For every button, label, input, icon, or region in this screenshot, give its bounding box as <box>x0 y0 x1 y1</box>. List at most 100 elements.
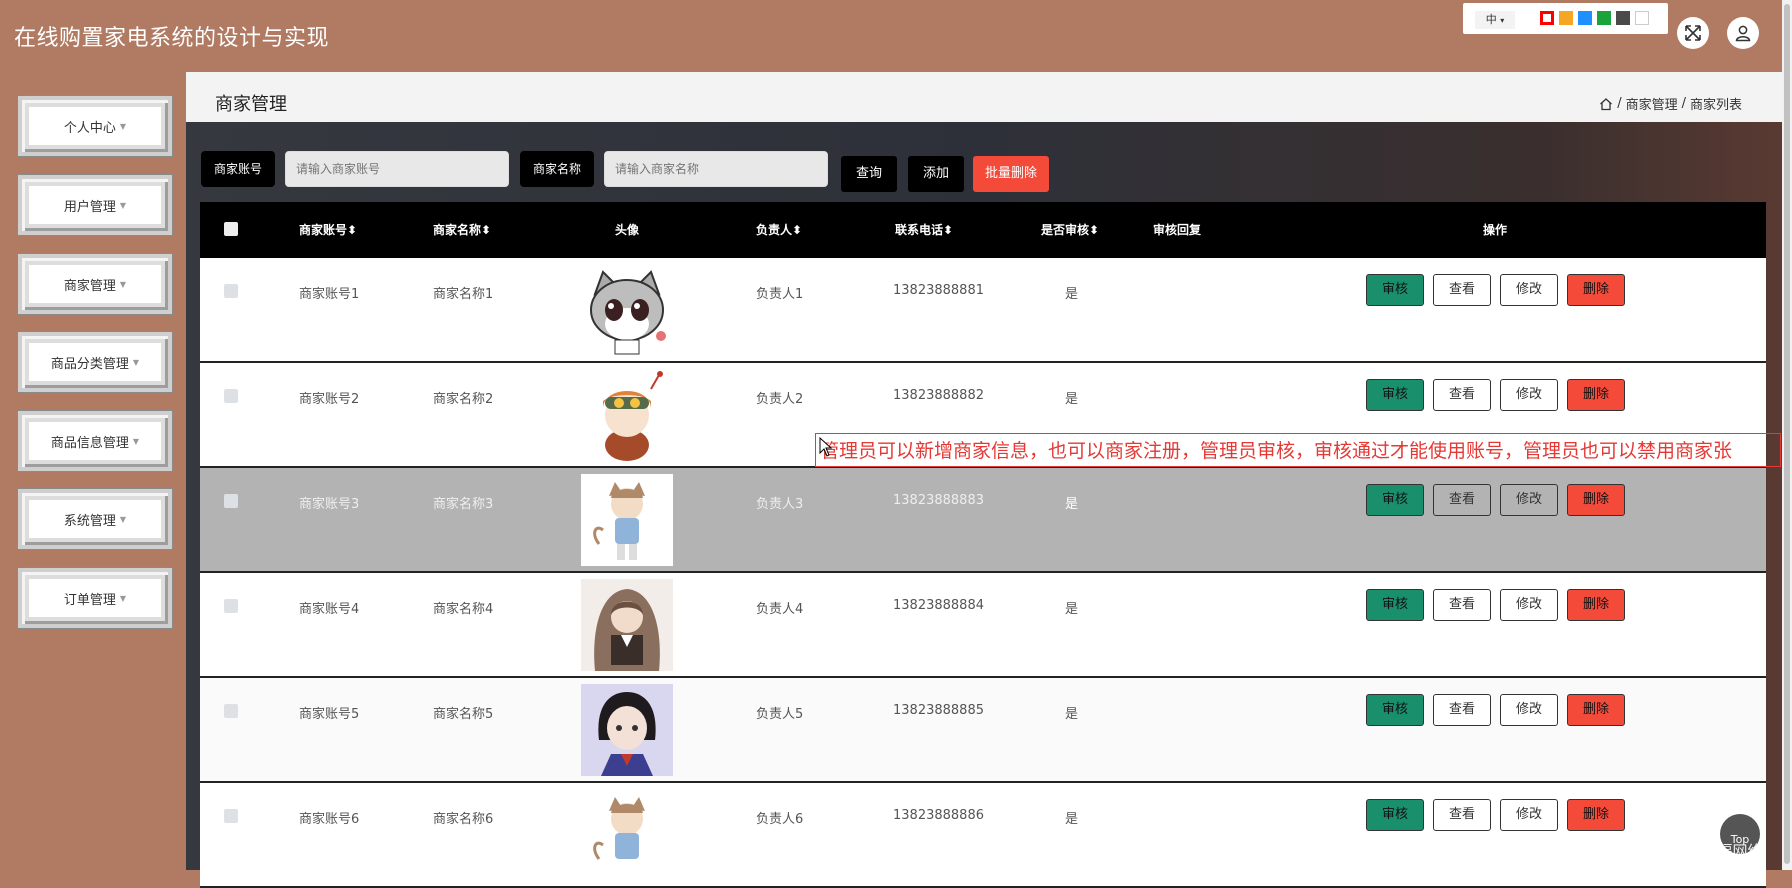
csdn-watermark: CSDN @幸福网络 <box>1640 842 1763 860</box>
cell-name: 商家名称5 <box>433 707 494 722</box>
sort-icon: ⬍ <box>792 223 803 237</box>
delete-button[interactable]: 删除 <box>1567 694 1625 726</box>
merchant-name-input[interactable] <box>604 151 828 187</box>
table-row: 商家账号5 商家名称5 负责人5 13823888885 是 审核 查看 修改 … <box>200 678 1766 783</box>
col-reviewed[interactable]: 是否审核⬍ <box>1041 221 1099 238</box>
page-header: 商家管理 / 商家管理 / 商家列表 <box>186 72 1782 122</box>
row-checkbox[interactable] <box>224 494 238 508</box>
top-bar: 在线购置家电系统的设计与实现 中 ▾ <box>0 0 1792 72</box>
batch-delete-button[interactable]: 批量删除 <box>973 156 1049 192</box>
add-button[interactable]: 添加 <box>908 156 964 192</box>
breadcrumb-merchant-management[interactable]: 商家管理 <box>1626 94 1678 113</box>
sort-icon: ⬍ <box>481 223 492 237</box>
col-phone[interactable]: 联系电话⬍ <box>895 221 953 238</box>
table-row: 商家账号1 商家名称1 负责人1 13823888881 是 审核 查看 修改 … <box>200 258 1766 363</box>
col-actions: 操作 <box>1483 223 1508 237</box>
home-icon[interactable] <box>1599 97 1613 111</box>
theme-swatch-white[interactable] <box>1635 11 1649 25</box>
merchant-avatar-image <box>581 684 673 776</box>
review-button[interactable]: 审核 <box>1366 274 1424 306</box>
merchant-avatar-image <box>581 789 673 881</box>
chevron-down-icon: ▼ <box>132 357 140 367</box>
edit-button[interactable]: 修改 <box>1500 694 1558 726</box>
delete-button[interactable]: 删除 <box>1567 274 1625 306</box>
query-button[interactable]: 查询 <box>841 156 897 192</box>
sidebar-item-merchant-management[interactable]: 商家管理 ▼ <box>18 254 172 314</box>
edit-button[interactable]: 修改 <box>1500 484 1558 516</box>
theme-swatch-orange[interactable] <box>1559 11 1573 25</box>
row-checkbox[interactable] <box>224 599 238 613</box>
fullscreen-button[interactable] <box>1677 17 1709 49</box>
review-button[interactable]: 审核 <box>1366 589 1424 621</box>
sidebar-item-system-management[interactable]: 系统管理 ▼ <box>18 489 172 549</box>
sidebar-item-personal-center[interactable]: 个人中心 ▼ <box>18 96 172 156</box>
row-checkbox[interactable] <box>224 284 238 298</box>
theme-swatch-dark[interactable] <box>1616 11 1630 25</box>
edit-button[interactable]: 修改 <box>1500 379 1558 411</box>
user-icon <box>1735 25 1751 42</box>
app-title: 在线购置家电系统的设计与实现 <box>14 26 330 51</box>
cell-phone: 13823888886 <box>893 808 984 823</box>
view-button[interactable]: 查看 <box>1433 589 1491 621</box>
col-merchant-account[interactable]: 商家账号⬍ <box>299 221 357 238</box>
cell-reviewed: 是 <box>1065 287 1079 302</box>
sidebar: 个人中心 ▼ 用户管理 ▼ 商家管理 ▼ 商品分类管理 ▼ 商品信息管理 ▼ 系统管理 ▼ … <box>0 72 186 870</box>
cell-owner: 负责人5 <box>756 707 804 722</box>
mouse-cursor-icon <box>819 437 833 457</box>
page-title: 商家管理 <box>215 94 287 115</box>
cell-reviewed: 是 <box>1065 602 1079 617</box>
review-button[interactable]: 审核 <box>1366 484 1424 516</box>
page-scrollbar-thumb[interactable] <box>1784 4 1790 864</box>
col-merchant-name[interactable]: 商家名称⬍ <box>433 221 491 238</box>
theme-swatch-blue[interactable] <box>1578 11 1592 25</box>
theme-switcher: 中 ▾ <box>1463 3 1668 34</box>
breadcrumb: / 商家管理 / 商家列表 <box>1599 94 1742 113</box>
sidebar-item-category-management[interactable]: 商品分类管理 ▼ <box>18 332 172 392</box>
select-all-checkbox[interactable] <box>224 222 238 236</box>
review-button[interactable]: 审核 <box>1366 379 1424 411</box>
cell-owner: 负责人1 <box>756 287 804 302</box>
cell-reviewed: 是 <box>1065 707 1079 722</box>
sort-icon: ⬍ <box>1089 223 1100 237</box>
table-header: 商家账号⬍ 商家名称⬍ 头像 负责人⬍ 联系电话⬍ 是否审核⬍ 审核回复 操作 <box>200 202 1766 258</box>
delete-button[interactable]: 删除 <box>1567 799 1625 831</box>
row-checkbox[interactable] <box>224 704 238 718</box>
cell-account: 商家账号4 <box>299 602 360 617</box>
table-row: 商家账号6 商家名称6 负责人6 13823888886 是 审核 查看 修改 … <box>200 783 1766 888</box>
edit-button[interactable]: 修改 <box>1500 274 1558 306</box>
view-button[interactable]: 查看 <box>1433 799 1491 831</box>
edit-button[interactable]: 修改 <box>1500 589 1558 621</box>
chevron-down-icon: ▼ <box>132 436 140 446</box>
chevron-down-icon: ▼ <box>119 121 127 131</box>
col-owner[interactable]: 负责人⬍ <box>756 221 802 238</box>
edit-button[interactable]: 修改 <box>1500 799 1558 831</box>
language-select[interactable]: 中 ▾ <box>1475 11 1515 29</box>
user-avatar-button[interactable] <box>1727 17 1759 49</box>
view-button[interactable]: 查看 <box>1433 484 1491 516</box>
delete-button[interactable]: 删除 <box>1567 589 1625 621</box>
view-button[interactable]: 查看 <box>1433 379 1491 411</box>
cell-account: 商家账号2 <box>299 392 360 407</box>
sidebar-item-order-management[interactable]: 订单管理 ▼ <box>18 568 172 628</box>
theme-swatch-green[interactable] <box>1597 11 1611 25</box>
theme-swatch-red[interactable] <box>1540 11 1554 25</box>
delete-button[interactable]: 删除 <box>1567 379 1625 411</box>
cell-owner: 负责人4 <box>756 602 804 617</box>
review-button[interactable]: 审核 <box>1366 694 1424 726</box>
cell-name: 商家名称6 <box>433 812 494 827</box>
cell-reviewed: 是 <box>1065 392 1079 407</box>
table-row: 商家账号3 商家名称3 负责人3 13823888883 是 审核 查看 修改 … <box>200 468 1766 573</box>
view-button[interactable]: 查看 <box>1433 274 1491 306</box>
row-checkbox[interactable] <box>224 389 238 403</box>
merchant-name-label: 商家名称 <box>520 151 594 187</box>
merchant-account-input[interactable] <box>285 151 509 187</box>
sidebar-item-user-management[interactable]: 用户管理 ▼ <box>18 175 172 235</box>
review-button[interactable]: 审核 <box>1366 799 1424 831</box>
cell-owner: 负责人6 <box>756 812 804 827</box>
cell-owner: 负责人2 <box>756 392 804 407</box>
view-button[interactable]: 查看 <box>1433 694 1491 726</box>
cell-name: 商家名称2 <box>433 392 494 407</box>
row-checkbox[interactable] <box>224 809 238 823</box>
sidebar-item-product-management[interactable]: 商品信息管理 ▼ <box>18 411 172 471</box>
delete-button[interactable]: 删除 <box>1567 484 1625 516</box>
